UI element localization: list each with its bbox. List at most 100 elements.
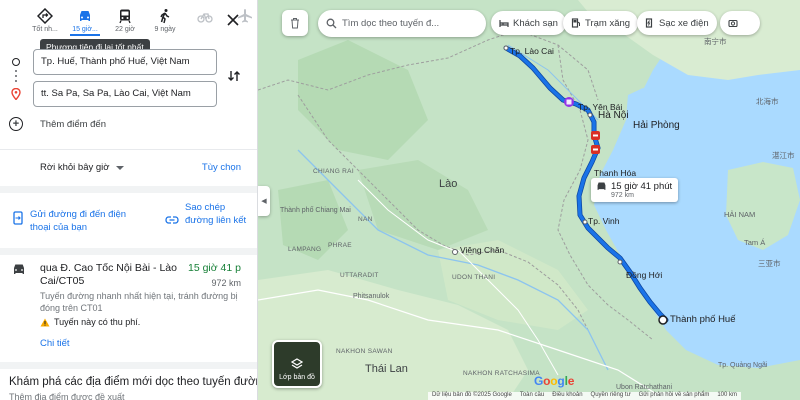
explore-title: Khám phá các địa điểm mới dọc theo tuyến… (9, 376, 258, 388)
label-udon-thani: UDON THANI (452, 274, 496, 281)
swap-icon[interactable] (227, 69, 241, 83)
directions-panel: Tốt nh... 15 giờ... 22 giờ 9 ngày Phương… (0, 0, 258, 400)
transit-icon (119, 9, 131, 24)
camera-icon (728, 19, 738, 28)
mode-best-label: Tốt nh... (32, 26, 58, 33)
add-destination-label: Thêm điểm đến (40, 118, 107, 130)
collapse-panel-button[interactable]: ◀ (258, 186, 270, 216)
chip-gas-stations[interactable]: Trạm xăng (563, 11, 639, 35)
label-ha-noi: Hà Nội (598, 110, 629, 121)
callout-distance: 972 km (611, 192, 634, 199)
best-route-icon (37, 8, 53, 24)
map-footer: Dữ liệu bản đồ ©2025 Google Toàn cầu Điề… (428, 392, 742, 400)
callout-car-icon (597, 182, 606, 190)
label-ubon: Ubon Ratchathani (616, 384, 673, 391)
caret-down-icon (115, 165, 124, 170)
chip-ev-label: Sạc xe điện (659, 17, 709, 29)
layers-icon (291, 358, 303, 369)
label-beihai: 北海市 (756, 97, 779, 106)
walk-icon (160, 9, 170, 24)
label-quang-ngai: Tp. Quảng Ngãi (718, 362, 768, 369)
label-tam-a: Tam Á (744, 238, 766, 247)
route-time-callout[interactable]: 15 giờ 41 phút 972 km (591, 178, 679, 202)
gas-station-icon (571, 18, 580, 28)
search-along-route (318, 10, 486, 37)
car-icon (80, 11, 90, 21)
mode-best-tab[interactable]: Tốt nh... (30, 8, 60, 40)
label-chiang-mai: Thành phố Chiang Mai (280, 207, 351, 214)
label-nanning: 南宁市 (704, 37, 727, 46)
mode-transit-tab[interactable]: 22 giờ (110, 8, 140, 40)
section-divider (0, 186, 257, 193)
footer-privacy[interactable]: Quyền riêng tư (591, 392, 631, 400)
copy-link-button[interactable]: Sao chép đường liên kết (185, 201, 247, 227)
travel-mode-tabs: Tốt nh... 15 giờ... 22 giờ 9 ngày (30, 8, 257, 40)
route-description: Tuyến đường nhanh nhất hiện tại, tránh đ… (40, 291, 238, 313)
chip-gas-label: Trạm xăng (585, 17, 631, 29)
ev-charger-icon (645, 18, 653, 28)
depart-label: Rời khỏi bây giờ (40, 162, 110, 173)
search-input[interactable] (342, 18, 472, 29)
section-divider (0, 248, 257, 255)
footer-map-data: Dữ liệu bản đồ ©2025 Google (432, 392, 512, 398)
origin-input[interactable]: Tp. Huế, Thành phố Huế, Việt Nam (33, 49, 217, 75)
mode-walk-label: 9 ngày (154, 26, 176, 33)
mode-car-label: 15 giờ... (72, 26, 98, 33)
send-to-phone-icon (13, 211, 23, 225)
label-hue: Thành phố Huế (670, 314, 736, 325)
trash-icon (291, 18, 299, 29)
label-nan: NAN (358, 216, 373, 223)
map-canvas[interactable]: ◀ Khách sạn Trạm xăng Sạc xe điện Tp. Là… (258, 0, 800, 400)
search-icon (326, 18, 337, 29)
section-divider (0, 362, 257, 369)
footer-scale[interactable]: 100 km (717, 392, 737, 400)
depart-time-dropdown[interactable]: Rời khỏi bây giờ (40, 162, 124, 173)
map-layers-button[interactable]: Lớp bản đồ (272, 340, 322, 388)
link-icon (165, 216, 179, 224)
map-layers-label: Lớp bản đồ (279, 374, 315, 381)
plus-icon: + (9, 117, 23, 131)
origin-dot-icon (12, 58, 20, 66)
label-dong-hoi: Đồng Hới (626, 270, 663, 280)
callout-duration: 15 giờ 41 phút (611, 181, 673, 192)
mode-transit-label: 22 giờ (115, 26, 135, 33)
label-hai-phong: Hải Phòng (633, 120, 680, 131)
route-distance: 972 km (211, 278, 241, 288)
destination-input[interactable]: tt. Sa Pa, Sa Pa, Lào Cai, Việt Nam (33, 81, 217, 107)
label-uttaradit: UTTARADIT (340, 272, 379, 279)
menu-button[interactable] (282, 10, 308, 36)
chip-ev-charging[interactable]: Sạc xe điện (637, 11, 717, 35)
divider (0, 149, 257, 150)
label-lampang: LAMPANG (288, 246, 322, 253)
send-to-phone-link[interactable]: Gửi đường đi đến điện thoại của bạn (30, 208, 145, 234)
footer-terms[interactable]: Điều khoản (552, 392, 582, 400)
warning-icon (40, 318, 50, 326)
google-logo: Google (534, 374, 575, 388)
label-zhanjiang: 湛江市 (772, 151, 795, 160)
label-sanya: 三亚市 (758, 259, 781, 268)
toll-notice: Tuyến này có thu phí. (40, 317, 140, 327)
label-lao-cai: Tp. Lào Cai (510, 46, 554, 56)
label-phitsanulok: Phitsanulok (353, 293, 390, 300)
mode-car-tab[interactable]: 15 giờ... (70, 8, 100, 40)
toll-notice-text: Tuyến này có thu phí. (54, 317, 141, 327)
options-button[interactable]: Tùy chọn (202, 162, 241, 173)
chip-more[interactable] (720, 11, 760, 35)
add-destination-button[interactable]: + Thêm điểm đến (9, 117, 106, 131)
route-details-link[interactable]: Chi tiết (40, 338, 70, 349)
footer-global[interactable]: Toàn cầu (520, 392, 544, 400)
label-nakhon-sawan: NAKHON SAWAN (336, 348, 393, 355)
mode-bike-tab[interactable] (190, 8, 220, 40)
mode-walk-tab[interactable]: 9 ngày (150, 8, 180, 40)
footer-feedback[interactable]: Gửi phản hồi về sản phẩm (639, 392, 710, 400)
label-chiang-rai: CHIANG RAI (313, 168, 354, 175)
bed-icon (499, 20, 509, 27)
destination-pin-icon (11, 88, 21, 100)
chip-hotels-label: Khách sạn (513, 17, 558, 29)
route-duration: 15 giờ 41 p (187, 262, 241, 274)
chip-hotels[interactable]: Khách sạn (491, 11, 566, 35)
route-option-title[interactable]: qua Đ. Cao Tốc Nội Bài - Lào Cai/CT05 (40, 262, 180, 288)
map-background (258, 0, 800, 400)
label-phrae: PHRAE (328, 242, 352, 249)
close-icon[interactable] (225, 12, 241, 28)
